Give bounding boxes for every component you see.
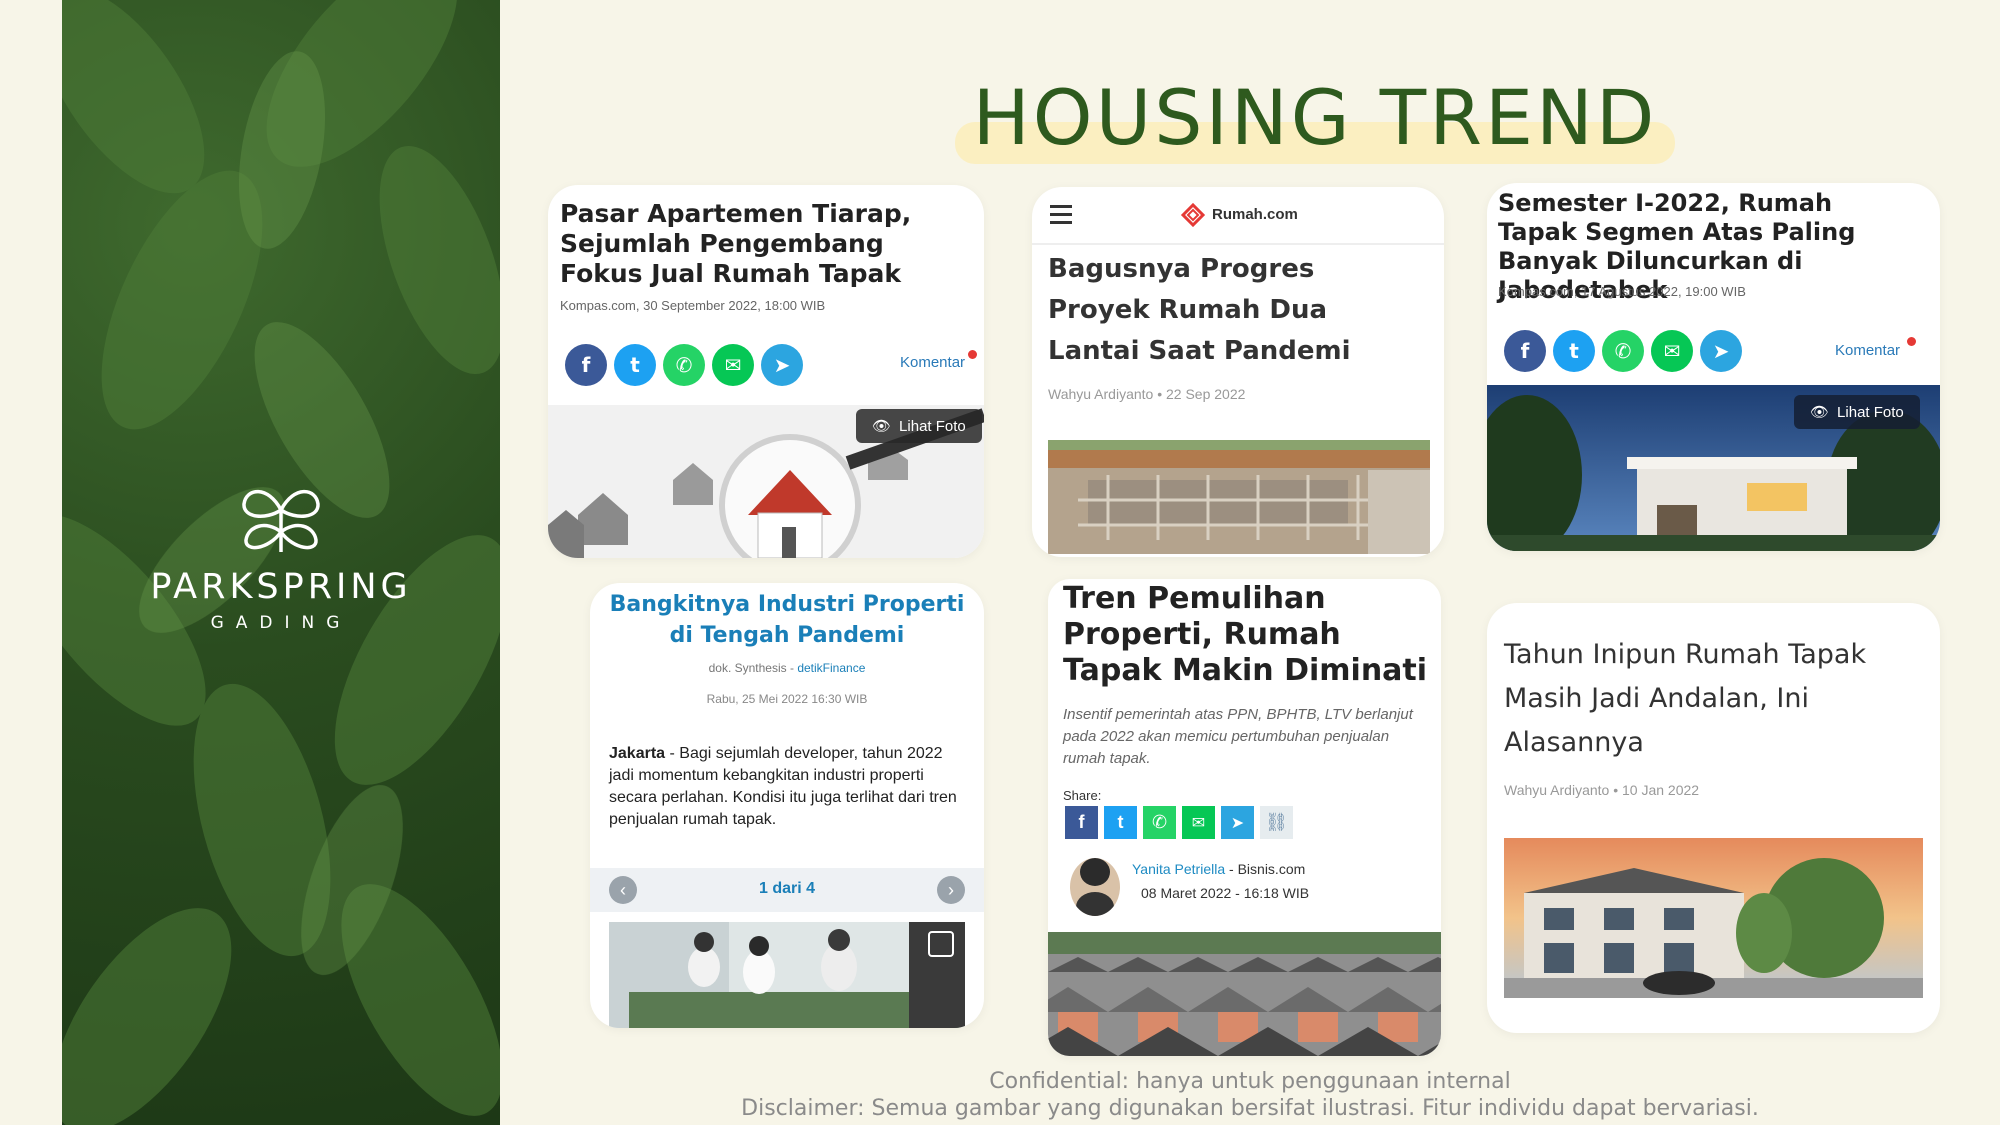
telegram-icon[interactable]: ➤ bbox=[1221, 806, 1254, 839]
news-card-bisnis-com[interactable]: Tren Pemulihan Properti, Rumah Tapak Mak… bbox=[1048, 579, 1441, 1056]
card-headline[interactable]: Tahun Inipun Rumah Tapak Masih Jadi Anda… bbox=[1504, 633, 1914, 765]
article-dateline: Jakarta bbox=[609, 745, 666, 762]
share-label: Share: bbox=[1063, 788, 1102, 803]
news-card-kompas-semester[interactable]: Semester I-2022, Rumah Tapak Segmen Atas… bbox=[1487, 183, 1940, 551]
article-date: 08 Maret 2022 - 16:18 WIB bbox=[1141, 885, 1310, 901]
facebook-icon[interactable]: f bbox=[1504, 330, 1546, 372]
expand-icon[interactable] bbox=[928, 931, 954, 957]
footer-disclaimer: Confidential: hanya untuk penggunaan int… bbox=[500, 1068, 2000, 1122]
notification-dot bbox=[1907, 337, 1916, 346]
share-buttons: f t ✆ ✉ ➤ ⛓ bbox=[1065, 806, 1293, 839]
rumah-com-logo[interactable]: Rumah.com bbox=[1180, 201, 1298, 227]
line-icon[interactable]: ✉ bbox=[712, 344, 754, 386]
news-card-detikfinance[interactable]: Bangkitnya Industri Properti di Tengah P… bbox=[590, 583, 984, 1028]
byline: Yanita Petriella - Bisnis.com bbox=[1132, 861, 1305, 877]
card-meta: Wahyu Ardiyanto • 10 Jan 2022 bbox=[1504, 782, 1700, 798]
card-meta: Kompas.com, 30 September 2022, 18:00 WIB bbox=[560, 298, 826, 313]
gallery-pager: ‹ 1 dari 4 › bbox=[590, 868, 984, 912]
whatsapp-icon[interactable]: ✆ bbox=[1143, 806, 1176, 839]
komentar-link[interactable]: Komentar bbox=[1835, 342, 1900, 359]
article-body: Jakarta - Bagi sejumlah developer, tahun… bbox=[609, 743, 969, 831]
whatsapp-icon[interactable]: ✆ bbox=[1602, 330, 1644, 372]
komentar-link[interactable]: Komentar bbox=[900, 354, 965, 371]
view-photo-button[interactable]: 👁 Lihat Foto bbox=[1794, 395, 1920, 429]
card-meta: Wahyu Ardiyanto • 22 Sep 2022 bbox=[1048, 386, 1246, 402]
brand-name: PARKSPRING bbox=[150, 567, 412, 607]
view-photo-button[interactable]: 👁 Lihat Foto bbox=[856, 409, 982, 443]
facebook-icon[interactable]: f bbox=[1065, 806, 1098, 839]
view-photo-label: Lihat Foto bbox=[1837, 403, 1904, 421]
copy-link-icon[interactable]: ⛓ bbox=[1260, 806, 1293, 839]
news-card-rumah-com-andalan[interactable]: Tahun Inipun Rumah Tapak Masih Jadi Anda… bbox=[1487, 603, 1940, 1033]
news-card-kompas-apartemen[interactable]: Pasar Apartemen Tiarap, Sejumlah Pengemb… bbox=[548, 185, 984, 558]
title-block: HOUSING TREND bbox=[955, 70, 1675, 165]
view-photo-label: Lihat Foto bbox=[899, 417, 966, 435]
telegram-icon[interactable]: ➤ bbox=[761, 344, 803, 386]
line-icon[interactable]: ✉ bbox=[1182, 806, 1215, 839]
disclaimer-note: Disclaimer: Semua gambar yang digunakan … bbox=[741, 1096, 1759, 1121]
chevron-right-icon[interactable]: › bbox=[937, 876, 965, 904]
article-summary: Insentif pemerintah atas PPN, BPHTB, LTV… bbox=[1063, 706, 1413, 767]
townhouse-sunset-image bbox=[1504, 838, 1923, 998]
card-headline[interactable]: Tren Pemulihan Properti, Rumah Tapak Mak… bbox=[1063, 581, 1433, 689]
twitter-icon[interactable]: t bbox=[1553, 330, 1595, 372]
brand-subtitle: GADING bbox=[210, 613, 352, 633]
hamburger-menu-icon[interactable] bbox=[1050, 205, 1072, 224]
telegram-icon[interactable]: ➤ bbox=[1700, 330, 1742, 372]
eye-icon: 👁 bbox=[872, 418, 892, 435]
share-buttons: f t ✆ ✉ ➤ bbox=[1504, 330, 1742, 372]
eye-icon: 👁 bbox=[1810, 404, 1830, 421]
parkspring-logo-icon bbox=[242, 489, 320, 552]
line-icon[interactable]: ✉ bbox=[1651, 330, 1693, 372]
news-card-rumah-com-progres[interactable]: Rumah.com Bagusnya Progres Proyek Rumah … bbox=[1032, 187, 1444, 557]
page-title: HOUSING TREND bbox=[972, 73, 1658, 162]
card-meta: Kompas.com, 17 Agustus 2022, 19:00 WIB bbox=[1498, 284, 1746, 299]
site-header: Rumah.com bbox=[1032, 187, 1444, 245]
photo-credit: dok. Synthesis - detikFinance bbox=[590, 661, 984, 675]
brand-block: PARKSPRING GADING bbox=[62, 480, 500, 633]
facebook-icon[interactable]: f bbox=[565, 344, 607, 386]
card-headline[interactable]: Bagusnya Progres Proyek Rumah Dua Lantai… bbox=[1048, 249, 1418, 372]
credit-prefix: dok. Synthesis - bbox=[708, 661, 798, 675]
share-buttons: f t ✆ ✉ ➤ bbox=[565, 344, 803, 386]
whatsapp-icon[interactable]: ✆ bbox=[663, 344, 705, 386]
outlet-name: - Bisnis.com bbox=[1225, 861, 1306, 877]
housing-estate-roofs-image bbox=[1048, 932, 1441, 1056]
notification-dot bbox=[968, 350, 977, 359]
avatar bbox=[1070, 858, 1120, 916]
construction-site-image bbox=[1048, 440, 1430, 554]
card-headline[interactable]: Bangkitnya Industri Properti di Tengah P… bbox=[606, 589, 968, 651]
leaf-background-panel: PARKSPRING GADING bbox=[62, 0, 500, 1125]
card-headline[interactable]: Pasar Apartemen Tiarap, Sejumlah Pengemb… bbox=[560, 199, 970, 289]
confidential-note: Confidential: hanya untuk penggunaan int… bbox=[989, 1069, 1511, 1094]
twitter-icon[interactable]: t bbox=[1104, 806, 1137, 839]
twitter-icon[interactable]: t bbox=[614, 344, 656, 386]
pager-label: 1 dari 4 bbox=[758, 880, 816, 897]
model-viewing-photo bbox=[609, 922, 965, 1028]
article-date: Rabu, 25 Mei 2022 16:30 WIB bbox=[706, 692, 868, 706]
rumah-logo-icon bbox=[1180, 202, 1206, 227]
author-name[interactable]: Yanita Petriella bbox=[1132, 861, 1225, 877]
site-name: Rumah.com bbox=[1212, 205, 1298, 223]
credit-source[interactable]: detikFinance bbox=[797, 661, 865, 675]
